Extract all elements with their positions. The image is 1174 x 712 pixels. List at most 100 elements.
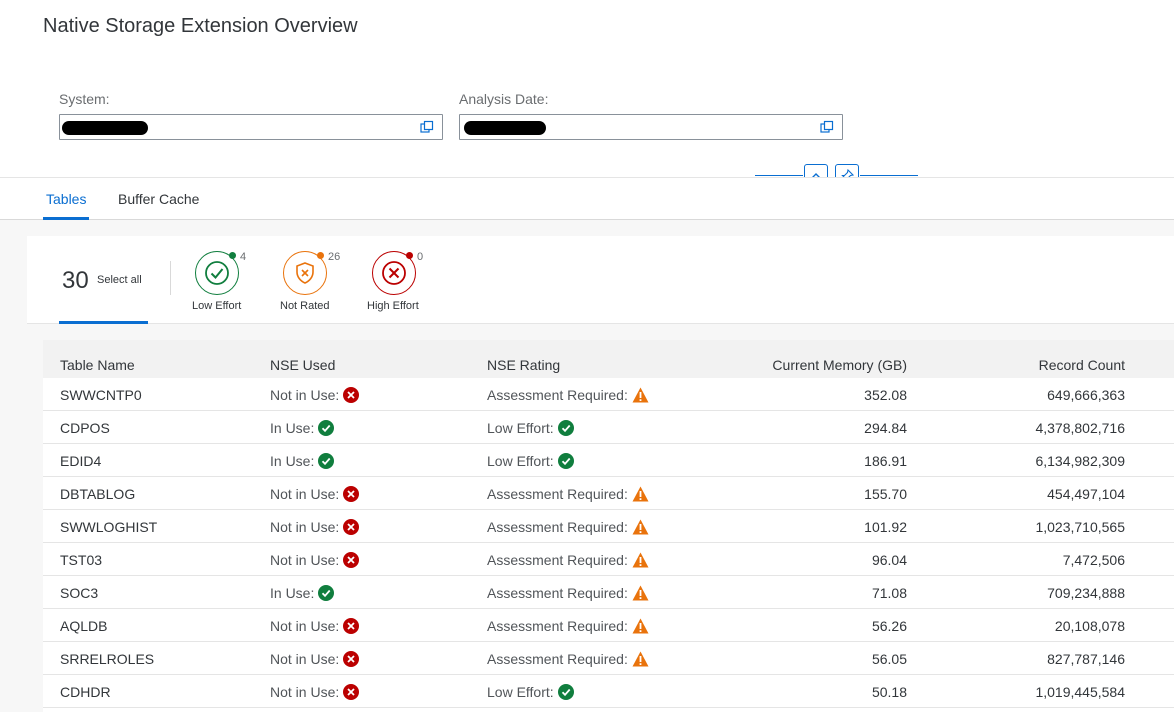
error-icon [343, 650, 360, 667]
error-icon [343, 683, 360, 700]
nse-used-text: Not in Use: [270, 486, 340, 502]
cell-record-count: 4,378,802,716 [1035, 420, 1125, 436]
cell-current-memory: 71.08 [871, 585, 907, 601]
value-help-icon[interactable] [820, 120, 834, 134]
cell-current-memory: 101.92 [864, 519, 907, 535]
icon-tab-bar: 30 Select all 4 Low Effort 26 Not Rated [27, 236, 1174, 324]
cell-current-memory: 155.70 [864, 486, 907, 502]
nse-rating-text: Assessment Required: [487, 486, 628, 502]
cell-record-count: 827,787,146 [1047, 651, 1125, 667]
table-row[interactable]: CDPOS In Use: Low Effort: 294.84 4,378,802,7… [43, 411, 1174, 444]
nse-rating-text: Assessment Required: [487, 651, 628, 667]
low-effort-count: 4 [240, 251, 247, 263]
not-rated-count: 26 [328, 251, 341, 263]
cell-record-count: 6,134,982,309 [1035, 453, 1125, 469]
column-header-nse-used[interactable]: NSE Used [270, 357, 335, 373]
column-header-current-memory[interactable]: Current Memory (GB) [772, 357, 907, 373]
cell-table-name: SRRELROLES [60, 651, 155, 667]
check-circle-icon [205, 261, 229, 285]
header-divider [755, 175, 803, 176]
success-icon [557, 452, 574, 469]
high-effort-label: High Effort [367, 300, 419, 312]
redacted-value [62, 121, 148, 135]
redacted-value [464, 121, 546, 135]
page-title: Native Storage Extension Overview [43, 15, 358, 37]
warning-icon [632, 519, 649, 535]
nse-rating-text: Assessment Required: [487, 585, 628, 601]
warning-icon [632, 585, 649, 601]
nse-rating-text: Assessment Required: [487, 618, 628, 634]
warning-icon [632, 387, 649, 403]
cell-nse-rating: Assessment Required: [487, 585, 649, 601]
error-icon [343, 485, 360, 502]
cell-nse-used: Not in Use: [270, 617, 360, 634]
analysis-date-label: Analysis Date: [459, 91, 549, 107]
header-divider [860, 175, 918, 176]
tab-tables[interactable]: Tables [46, 191, 86, 207]
tables-table: Table Name NSE Used NSE Rating Current M… [43, 340, 1174, 712]
cell-nse-rating: Low Effort: [487, 452, 574, 469]
column-header-record-count[interactable]: Record Count [1039, 357, 1125, 373]
nse-used-text: Not in Use: [270, 651, 340, 667]
nse-rating-text: Assessment Required: [487, 519, 628, 535]
table-row[interactable]: CDHDR Not in Use: Low Effort: 50.18 1,019,44… [43, 675, 1174, 708]
cell-record-count: 649,666,363 [1047, 387, 1125, 403]
cell-current-memory: 50.18 [871, 684, 907, 700]
table-row[interactable]: SRRELROLES Not in Use: Assessment Required… [43, 642, 1174, 675]
value-help-icon[interactable] [420, 120, 434, 134]
nse-rating-text: Low Effort: [487, 420, 554, 436]
success-icon [318, 584, 335, 601]
cell-current-memory: 96.04 [871, 552, 907, 568]
table-row[interactable]: SWWLOGHIST Not in Use: Assessment Required… [43, 510, 1174, 543]
x-circle-icon [382, 261, 406, 285]
table-row[interactable]: AQLDB Not in Use: Assessment Required: 56.2… [43, 609, 1174, 642]
cell-nse-rating: Assessment Required: [487, 486, 649, 502]
warning-icon [632, 552, 649, 568]
table-row[interactable]: SOC3 In Use: Assessment Required: 71.08 709,… [43, 576, 1174, 609]
error-icon [343, 518, 360, 535]
cell-table-name: SWWCNTP0 [60, 387, 142, 403]
column-header-nse-rating[interactable]: NSE Rating [487, 357, 560, 373]
cell-table-name: DBTABLOG [60, 486, 136, 502]
success-icon [318, 419, 335, 436]
cell-table-name: CDHDR [60, 684, 111, 700]
cell-record-count: 7,472,506 [1062, 552, 1125, 568]
cell-table-name: AQLDB [60, 618, 108, 634]
status-dot [317, 252, 324, 259]
column-header-table-name[interactable]: Table Name [60, 357, 135, 373]
cell-nse-used: In Use: [270, 584, 335, 601]
total-count: 30 [62, 267, 89, 294]
cell-nse-used: In Use: [270, 419, 335, 436]
cell-table-name: CDPOS [60, 420, 110, 436]
system-field[interactable] [59, 114, 443, 140]
cell-record-count: 709,234,888 [1047, 585, 1125, 601]
low-effort-label: Low Effort [192, 300, 242, 312]
cell-table-name: TST03 [60, 552, 103, 568]
nse-used-text: Not in Use: [270, 387, 340, 403]
cell-record-count: 1,023,710,565 [1035, 519, 1125, 535]
active-tab-indicator [43, 217, 89, 220]
table-row[interactable]: EDID4 In Use: Low Effort: 186.91 6,134,982,3… [43, 444, 1174, 477]
cell-nse-rating: Assessment Required: [487, 651, 649, 667]
cell-record-count: 20,108,078 [1054, 618, 1125, 634]
cell-record-count: 1,019,445,584 [1035, 684, 1125, 700]
success-icon [557, 419, 574, 436]
cell-nse-rating: Assessment Required: [487, 519, 649, 535]
table-row[interactable]: DBTABLOG Not in Use: Assessment Required: 1… [43, 477, 1174, 510]
cell-current-memory: 56.05 [871, 651, 907, 667]
tab-buffer-cache[interactable]: Buffer Cache [118, 191, 199, 207]
table-row[interactable]: SWWCNTP0 Not in Use: Assessment Required: 3… [43, 378, 1174, 411]
cell-nse-used: Not in Use: [270, 650, 360, 667]
cell-record-count: 454,497,104 [1047, 486, 1125, 502]
cell-current-memory: 186.91 [864, 453, 907, 469]
warning-icon [632, 651, 649, 667]
cell-nse-rating: Low Effort: [487, 683, 574, 700]
warning-icon [632, 486, 649, 502]
cell-table-name: SWWLOGHIST [60, 519, 158, 535]
cell-table-name: EDID4 [60, 453, 102, 469]
tab-bar: Tables Buffer Cache [0, 177, 1174, 220]
table-row[interactable]: TST03 Not in Use: Assessment Required: 96.0… [43, 543, 1174, 576]
analysis-date-field[interactable] [459, 114, 843, 140]
cell-nse-used: In Use: [270, 452, 335, 469]
nse-used-text: Not in Use: [270, 519, 340, 535]
